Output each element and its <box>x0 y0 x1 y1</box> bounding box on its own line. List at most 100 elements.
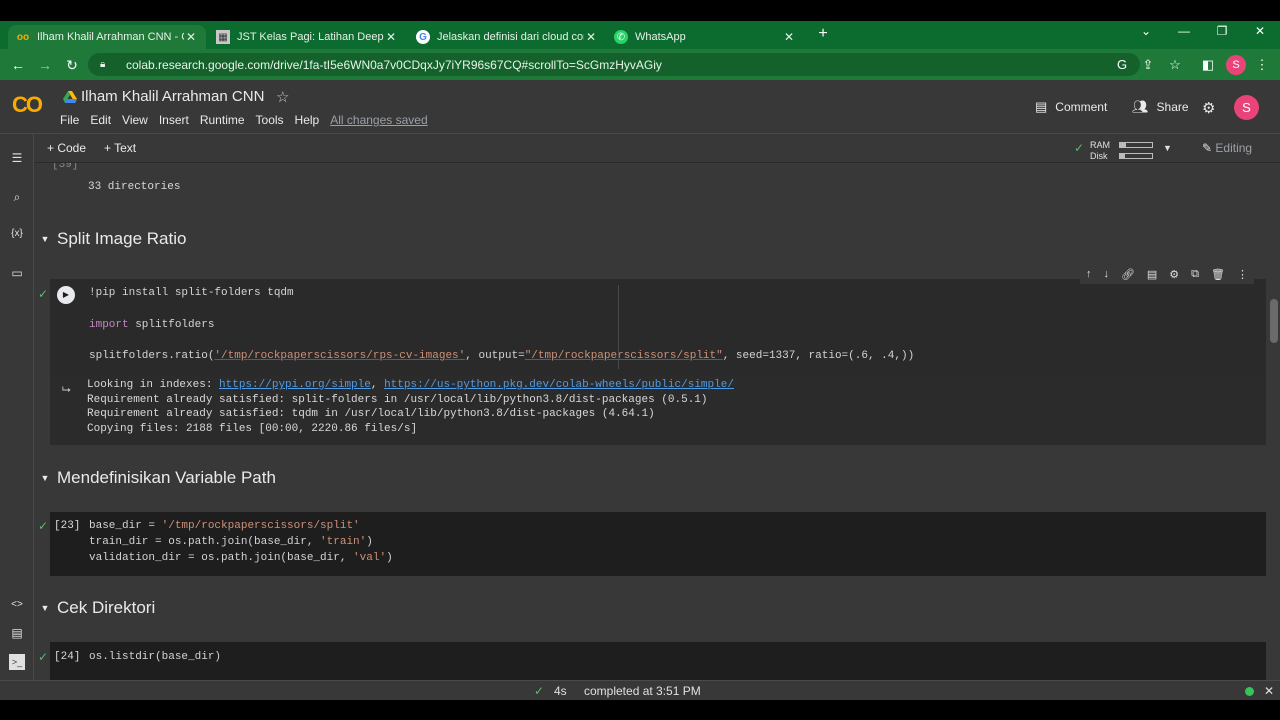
comment-icon: ▤ <box>1035 99 1048 114</box>
close-icon[interactable]: ✕ <box>384 30 398 44</box>
terminal-icon[interactable]: >_ <box>9 654 25 670</box>
runtime-connected-dot <box>1245 687 1254 696</box>
check-icon: ✓ <box>38 519 49 533</box>
bottom-black-bar <box>0 700 1280 720</box>
move-down-icon[interactable]: ↓ <box>1103 268 1109 280</box>
settings-gear-icon[interactable]: ⚙ <box>1202 99 1215 117</box>
tab-title: WhatsApp <box>635 31 686 43</box>
whatsapp-icon: ✆ <box>614 30 628 44</box>
new-tab-plus-icon[interactable]: + <box>814 25 832 43</box>
menu-help[interactable]: Help <box>295 113 320 127</box>
ruler-line <box>618 285 619 369</box>
comment-button[interactable]: ▤ Comment <box>1035 99 1107 115</box>
address-bar[interactable]: 🔒︎ colab.research.google.com/drive/1fa-t… <box>88 53 1140 76</box>
search-icon[interactable]: ⌕ <box>9 189 25 205</box>
notebook-main[interactable]: [39] 33 directories ▼ Split Image Ratio … <box>34 163 1268 680</box>
code-line: validation_dir = os.path.join(base_dir, … <box>89 552 393 564</box>
check-icon: ✓ <box>534 684 545 698</box>
tab-search-chevron-icon[interactable]: ⌄ <box>1136 24 1156 38</box>
move-up-icon[interactable]: ↑ <box>1086 268 1092 280</box>
back-arrow-icon[interactable]: ← <box>8 55 28 75</box>
menu-insert[interactable]: Insert <box>159 113 189 127</box>
menu-tools[interactable]: Tools <box>256 113 284 127</box>
close-icon[interactable]: ✕ <box>184 30 198 44</box>
pypi-link[interactable]: https://pypi.org/simple <box>219 379 371 391</box>
keyword: import <box>89 319 129 331</box>
ram-bar-fill <box>1120 143 1126 147</box>
link-icon[interactable]: 🔗︎ <box>1121 268 1135 281</box>
collapse-caret-icon[interactable]: ▼ <box>36 234 54 244</box>
cell-actions-toolbar: ↑ ↓ 🔗︎ ▤ ⚙ ⧉ 🗑︎ ⋮ <box>1080 264 1254 284</box>
section-split-image-ratio[interactable]: ▼ Split Image Ratio <box>34 229 187 249</box>
notebook-scrollbar[interactable] <box>1268 163 1280 680</box>
add-text-button[interactable]: + Text <box>104 141 136 155</box>
code-cell-paths[interactable]: [23] base_dir = '/tmp/rockpaperscissors/… <box>50 512 1266 576</box>
disk-bar-fill <box>1120 154 1125 158</box>
command-palette-icon[interactable]: ▤ <box>9 625 25 641</box>
exec-count: [23] <box>54 520 81 532</box>
reload-icon[interactable]: ↻ <box>62 55 82 75</box>
section-variable-path[interactable]: ▼ Mendefinisikan Variable Path <box>34 468 276 488</box>
output-icon[interactable]: ⮡ <box>62 384 71 397</box>
close-icon[interactable]: ✕ <box>782 30 796 44</box>
section-heading: Mendefinisikan Variable Path <box>57 468 276 487</box>
lock-icon: 🔒︎ <box>100 59 106 70</box>
resources-indicator[interactable]: ✓ RAM Disk ▼ <box>1074 139 1174 161</box>
scrollbar-thumb[interactable] <box>1270 299 1278 343</box>
share-button[interactable]: 👥︎ Share <box>1132 99 1189 115</box>
menu-view[interactable]: View <box>122 113 148 127</box>
run-cell-play-icon[interactable]: ▶ <box>57 286 75 304</box>
share-page-icon[interactable]: ⇪ <box>1138 55 1158 75</box>
editing-mode-button[interactable]: ✎ Editing <box>1202 141 1252 155</box>
forward-arrow-icon[interactable]: → <box>35 55 55 75</box>
add-code-button[interactable]: + Code <box>47 141 86 155</box>
colab-wheels-link[interactable]: https://us-python.pkg.dev/colab-wheels/p… <box>384 379 734 391</box>
table-of-contents-icon[interactable]: ☰ <box>9 150 25 166</box>
code-text: ) <box>366 536 373 548</box>
colab-logo[interactable]: CO <box>12 94 48 116</box>
tab-colab[interactable]: oo Ilham Khalil Arrahman CNN - Col ✕ <box>8 25 206 49</box>
browser-profile-avatar[interactable]: S <box>1226 55 1246 75</box>
kebab-menu-icon[interactable]: ⋮ <box>1252 55 1272 75</box>
close-status-icon[interactable]: ✕ <box>1264 684 1274 698</box>
collapse-caret-icon[interactable]: ▼ <box>36 473 54 483</box>
notebook-title[interactable]: Ilham Khalil Arrahman CNN <box>81 88 264 105</box>
code-snippets-icon[interactable]: <> <box>9 597 25 613</box>
side-panel-icon[interactable]: ◧ <box>1198 55 1218 75</box>
close-icon[interactable]: ✕ <box>584 30 598 44</box>
saved-status[interactable]: All changes saved <box>330 113 427 127</box>
trash-icon[interactable]: 🗑︎ <box>1211 268 1225 281</box>
minimize-icon[interactable]: — <box>1174 24 1194 38</box>
more-vert-icon[interactable]: ⋮ <box>1237 268 1248 281</box>
comment-icon[interactable]: ▤ <box>1147 268 1157 281</box>
section-cek-direktori[interactable]: ▼ Cek Direktori <box>34 598 156 618</box>
exec-count: [24] <box>54 651 81 663</box>
tab-classroom[interactable]: ▦ JST Kelas Pagi: Latihan Deep lear ✕ <box>208 25 406 49</box>
tab-title: Jelaskan definisi dari cloud comp <box>437 31 584 43</box>
user-avatar[interactable]: S <box>1234 95 1259 120</box>
menu-edit[interactable]: Edit <box>90 113 111 127</box>
folder-icon[interactable]: ▭ <box>9 265 25 281</box>
tab-google[interactable]: G Jelaskan definisi dari cloud comp ✕ <box>408 25 606 49</box>
bookmark-star-icon[interactable]: ☆ <box>1165 55 1185 75</box>
variables-icon[interactable]: {x} <box>9 226 25 242</box>
colab-icon: oo <box>16 31 30 43</box>
code-cell-split[interactable]: ▶ !pip install split-folders tqdm import… <box>50 279 1266 375</box>
star-icon[interactable]: ☆ <box>276 88 289 106</box>
collapse-caret-icon[interactable]: ▼ <box>36 603 54 613</box>
restore-icon[interactable]: ❐ <box>1212 24 1232 38</box>
code-cell-listdir[interactable]: [24] os.listdir(base_dir) <box>50 642 1266 680</box>
output-line: Requirement already satisfied: split-fol… <box>87 394 708 406</box>
menu-file[interactable]: File <box>60 113 79 127</box>
top-black-bar <box>0 0 1280 21</box>
caret-down-icon[interactable]: ▼ <box>1163 143 1172 153</box>
classroom-icon: ▦ <box>216 30 230 44</box>
tab-whatsapp[interactable]: ✆ WhatsApp ✕ <box>606 25 804 49</box>
close-window-icon[interactable]: ✕ <box>1250 24 1270 38</box>
code-text: splitfolders.ratio( <box>89 350 215 362</box>
gear-icon[interactable]: ⚙ <box>1169 268 1179 281</box>
google-lens-icon[interactable]: G <box>1112 55 1132 75</box>
menu-runtime[interactable]: Runtime <box>200 113 245 127</box>
mirror-cell-icon[interactable]: ⧉ <box>1191 268 1199 281</box>
pencil-icon: ✎ <box>1202 141 1216 155</box>
